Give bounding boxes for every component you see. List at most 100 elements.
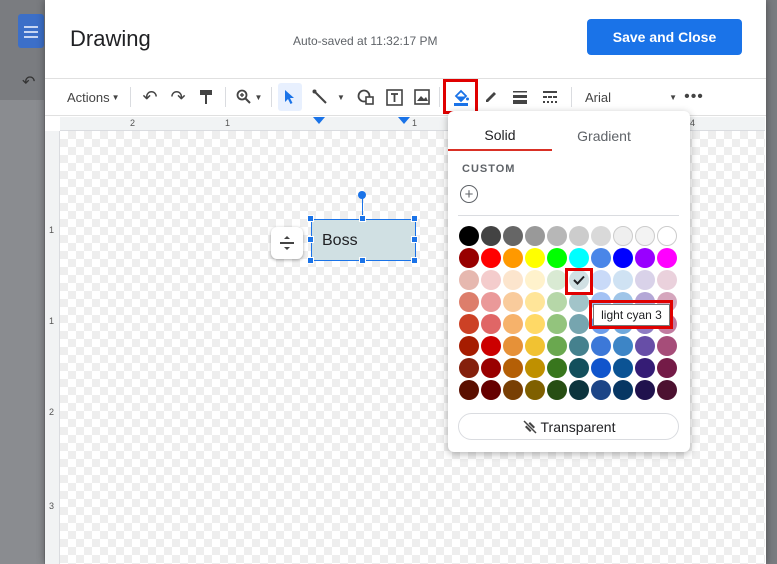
color-swatch[interactable] bbox=[591, 270, 611, 290]
resize-handle[interactable] bbox=[307, 236, 314, 243]
color-swatch[interactable] bbox=[591, 226, 611, 246]
color-swatch[interactable] bbox=[459, 314, 479, 334]
color-swatch[interactable] bbox=[569, 336, 589, 356]
transparent-button[interactable]: Transparent bbox=[458, 413, 679, 440]
color-swatch[interactable] bbox=[459, 270, 479, 290]
vertical-align-button[interactable] bbox=[271, 227, 303, 259]
color-swatch[interactable] bbox=[503, 358, 523, 378]
color-swatch[interactable] bbox=[525, 336, 545, 356]
tab-gradient[interactable]: Gradient bbox=[552, 121, 656, 151]
color-swatch[interactable] bbox=[635, 358, 655, 378]
redo-icon[interactable]: ↷ bbox=[167, 79, 189, 115]
color-swatch[interactable] bbox=[569, 358, 589, 378]
rotate-handle[interactable] bbox=[358, 191, 366, 199]
color-swatch[interactable] bbox=[525, 292, 545, 312]
color-swatch[interactable] bbox=[481, 336, 501, 356]
color-swatch[interactable] bbox=[547, 314, 567, 334]
resize-handle[interactable] bbox=[307, 215, 314, 222]
border-weight-icon[interactable] bbox=[509, 79, 531, 115]
color-swatch[interactable] bbox=[547, 336, 567, 356]
color-swatch[interactable] bbox=[503, 292, 523, 312]
color-swatch[interactable] bbox=[525, 226, 545, 246]
color-swatch[interactable] bbox=[635, 226, 655, 246]
color-swatch[interactable] bbox=[569, 380, 589, 400]
resize-handle[interactable] bbox=[411, 236, 418, 243]
line-caret-icon[interactable]: ▼ bbox=[334, 79, 348, 115]
color-swatch[interactable] bbox=[481, 226, 501, 246]
color-swatch[interactable] bbox=[503, 270, 523, 290]
color-swatch[interactable] bbox=[459, 292, 479, 312]
color-swatch[interactable] bbox=[459, 226, 479, 246]
color-swatch[interactable] bbox=[525, 380, 545, 400]
color-swatch[interactable] bbox=[591, 380, 611, 400]
color-swatch[interactable] bbox=[613, 248, 633, 268]
color-swatch[interactable] bbox=[635, 380, 655, 400]
color-swatch[interactable] bbox=[459, 248, 479, 268]
color-swatch[interactable] bbox=[547, 248, 567, 268]
color-swatch[interactable] bbox=[547, 292, 567, 312]
color-swatch[interactable] bbox=[635, 270, 655, 290]
select-icon[interactable] bbox=[278, 83, 302, 111]
tab-solid[interactable]: Solid bbox=[448, 121, 552, 151]
color-swatch[interactable] bbox=[569, 226, 589, 246]
color-swatch[interactable] bbox=[481, 270, 501, 290]
image-icon[interactable] bbox=[411, 79, 433, 115]
color-swatch[interactable] bbox=[657, 336, 677, 356]
resize-handle[interactable] bbox=[359, 215, 366, 222]
actions-menu-button[interactable]: Actions ▼ bbox=[67, 79, 125, 115]
color-swatch[interactable] bbox=[657, 380, 677, 400]
resize-handle[interactable] bbox=[411, 215, 418, 222]
color-swatch[interactable] bbox=[525, 270, 545, 290]
textbox-icon[interactable] bbox=[383, 79, 405, 115]
color-swatch[interactable] bbox=[613, 270, 633, 290]
color-swatch[interactable] bbox=[591, 358, 611, 378]
font-select[interactable]: Arial ▼ bbox=[585, 79, 677, 115]
color-swatch[interactable] bbox=[613, 336, 633, 356]
color-swatch[interactable] bbox=[459, 336, 479, 356]
color-swatch[interactable] bbox=[657, 358, 677, 378]
color-swatch[interactable] bbox=[525, 314, 545, 334]
color-swatch[interactable] bbox=[547, 380, 567, 400]
color-swatch[interactable] bbox=[459, 380, 479, 400]
color-swatch[interactable] bbox=[503, 248, 523, 268]
color-swatch[interactable] bbox=[503, 314, 523, 334]
undo-icon[interactable]: ↶ bbox=[139, 79, 161, 115]
color-swatch[interactable] bbox=[613, 380, 633, 400]
color-swatch[interactable] bbox=[591, 336, 611, 356]
border-color-icon[interactable] bbox=[480, 79, 502, 115]
paint-format-icon[interactable] bbox=[195, 79, 217, 115]
color-swatch[interactable] bbox=[547, 226, 567, 246]
color-swatch[interactable] bbox=[613, 226, 633, 246]
resize-handle[interactable] bbox=[307, 257, 314, 264]
color-swatch[interactable] bbox=[481, 248, 501, 268]
color-swatch[interactable] bbox=[635, 336, 655, 356]
resize-handle[interactable] bbox=[359, 257, 366, 264]
color-swatch[interactable] bbox=[481, 314, 501, 334]
color-swatch[interactable] bbox=[547, 270, 567, 290]
color-swatch[interactable] bbox=[481, 358, 501, 378]
color-swatch[interactable] bbox=[569, 248, 589, 268]
color-swatch[interactable] bbox=[547, 358, 567, 378]
color-swatch[interactable] bbox=[503, 336, 523, 356]
left-indent-icon[interactable] bbox=[313, 117, 325, 124]
color-swatch[interactable] bbox=[657, 226, 677, 246]
color-swatch[interactable] bbox=[569, 314, 589, 334]
border-dash-icon[interactable] bbox=[539, 79, 561, 115]
color-swatch[interactable] bbox=[503, 226, 523, 246]
more-icon[interactable]: ••• bbox=[683, 79, 705, 115]
zoom-icon[interactable]: ▼ bbox=[231, 79, 267, 115]
color-swatch[interactable] bbox=[569, 292, 589, 312]
color-swatch[interactable] bbox=[525, 248, 545, 268]
right-indent-icon[interactable] bbox=[398, 117, 410, 124]
shape-icon[interactable] bbox=[355, 79, 377, 115]
color-swatch[interactable] bbox=[613, 358, 633, 378]
color-swatch[interactable] bbox=[481, 380, 501, 400]
save-and-close-button[interactable]: Save and Close bbox=[587, 19, 742, 55]
color-swatch[interactable] bbox=[657, 248, 677, 268]
color-swatch[interactable] bbox=[525, 358, 545, 378]
line-icon[interactable] bbox=[309, 79, 331, 115]
color-swatch[interactable] bbox=[657, 270, 677, 290]
text-shape[interactable]: Boss bbox=[311, 219, 416, 261]
resize-handle[interactable] bbox=[411, 257, 418, 264]
color-swatch[interactable] bbox=[459, 358, 479, 378]
